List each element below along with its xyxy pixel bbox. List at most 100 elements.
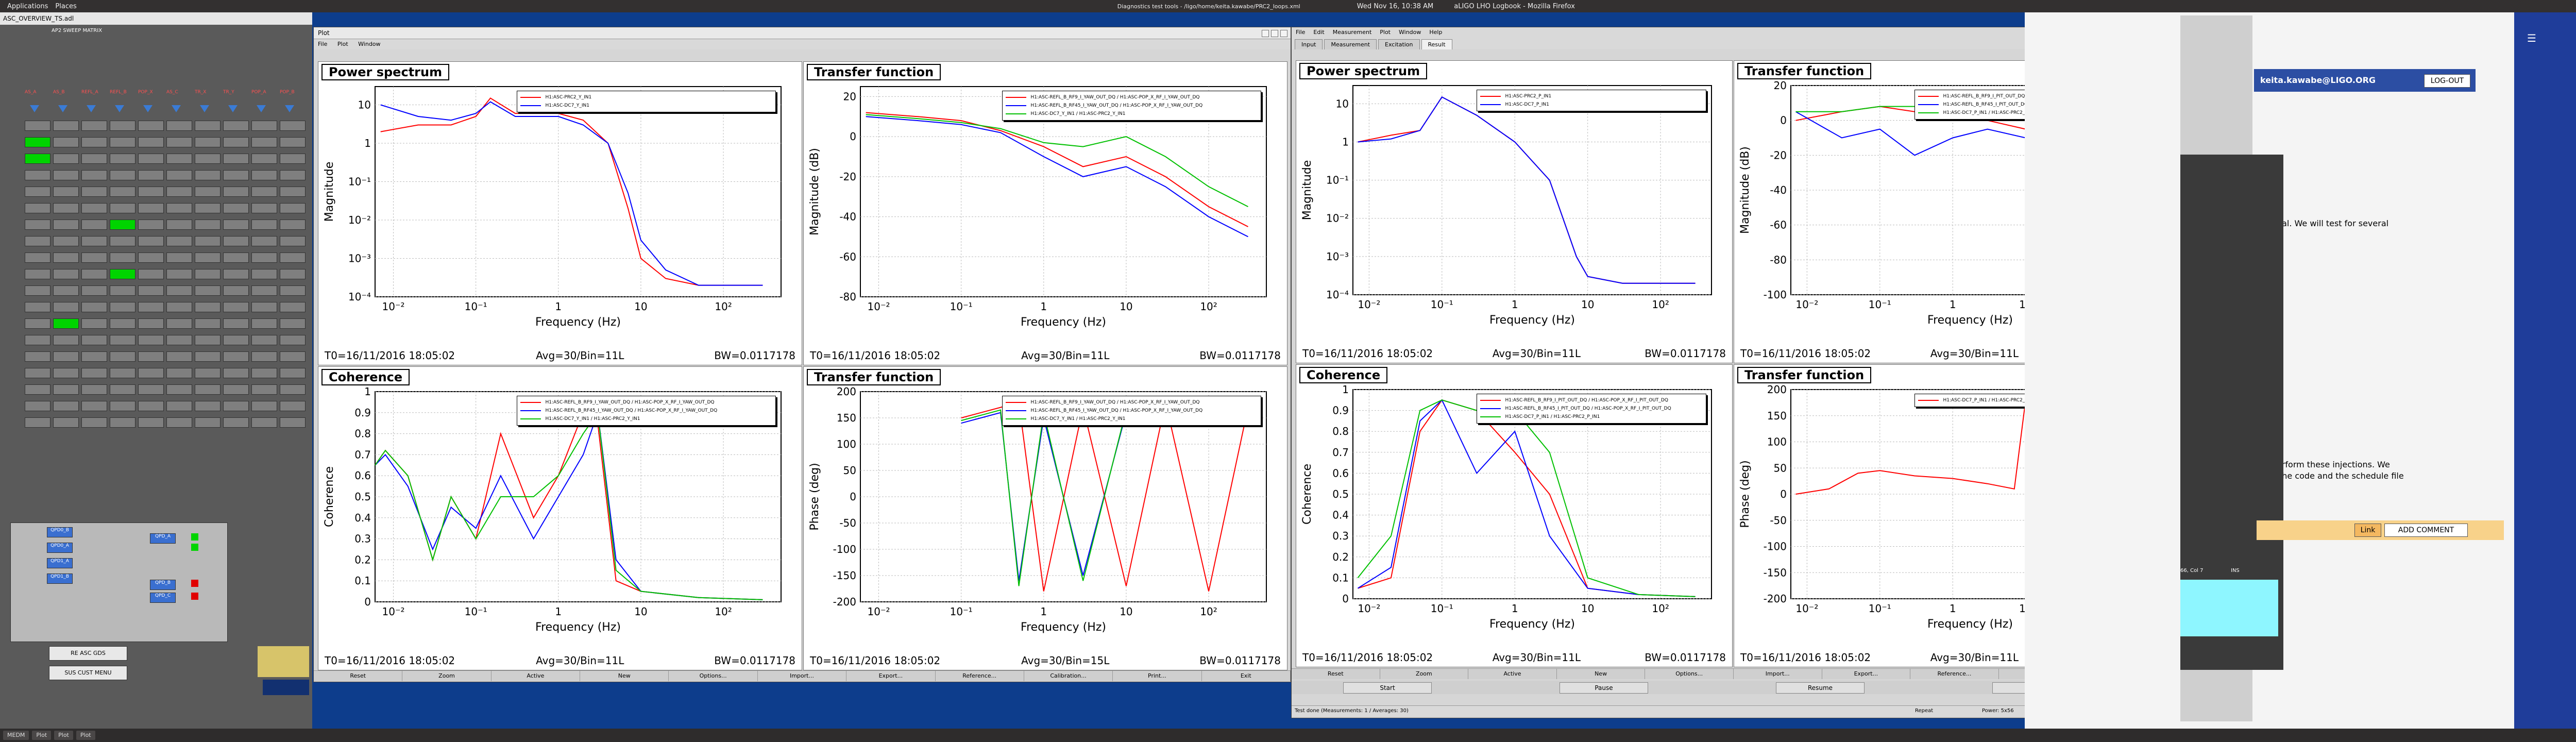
matrix-cell[interactable] [223,203,249,213]
dtt1-button-import[interactable]: Import... [758,671,847,681]
matrix-cell[interactable] [53,269,79,279]
matrix-cell[interactable] [110,401,135,411]
tab-measurement[interactable]: Measurement [1324,39,1377,49]
matrix-cell[interactable] [138,417,164,428]
matrix-cell[interactable] [25,417,50,428]
matrix-cell[interactable] [251,203,277,213]
matrix-cell[interactable] [110,417,135,428]
matrix-cell[interactable] [280,335,306,345]
sus-menu-button[interactable]: SUS CUST MENU [49,666,127,680]
menu-help[interactable]: Help [1429,29,1442,36]
matrix-cell[interactable] [280,187,306,197]
matrix-cell[interactable] [280,368,306,378]
matrix-cell[interactable] [81,137,107,147]
matrix-cell[interactable] [81,236,107,246]
matrix-cell[interactable] [195,269,221,279]
matrix-cell[interactable] [251,401,277,411]
matrix-cell[interactable] [251,269,277,279]
matrix-cell[interactable] [166,384,192,395]
matrix-cell[interactable] [81,187,107,197]
dtt1-button-active[interactable]: Active [492,671,581,681]
matrix-cell[interactable] [110,318,135,329]
matrix-cell[interactable] [195,368,221,378]
menu-file[interactable]: File [318,41,327,47]
matrix-cell[interactable] [110,154,135,164]
matrix-cell[interactable] [53,368,79,378]
qpd-button-3[interactable]: QPD1_A [47,558,73,568]
matrix-cell[interactable] [166,401,192,411]
matrix-cell[interactable] [53,401,79,411]
matrix-cell[interactable] [195,318,221,329]
matrix-cell[interactable] [251,187,277,197]
matrix-cell[interactable] [138,335,164,345]
matrix-cell[interactable] [223,368,249,378]
matrix-cell[interactable] [166,318,192,329]
matrix-cell[interactable] [280,170,306,180]
matrix-cell[interactable] [280,269,306,279]
matrix-cell[interactable] [53,121,79,131]
matrix-cell[interactable] [223,351,249,362]
matrix-cell[interactable] [110,220,135,230]
matrix-cell[interactable] [138,318,164,329]
matrix-cell[interactable] [138,137,164,147]
matrix-cell[interactable] [25,137,50,147]
matrix-cell[interactable] [138,269,164,279]
matrix-cell[interactable] [280,302,306,312]
matrix-cell[interactable] [25,187,50,197]
qpd-button-4[interactable]: QPD1_B [47,574,73,584]
dtt1-button-print[interactable]: Print... [1113,671,1202,681]
matrix-cell[interactable] [138,285,164,296]
matrix-cell[interactable] [195,236,221,246]
matrix-cell[interactable] [223,285,249,296]
menu-file[interactable]: File [1296,29,1305,36]
matrix-cell[interactable] [81,302,107,312]
taskbar-item[interactable]: Plot [32,731,52,740]
matrix-cell[interactable] [25,154,50,164]
dtt1-button-exit[interactable]: Exit [1202,671,1291,681]
matrix-cell[interactable] [81,252,107,263]
matrix-cell[interactable] [138,384,164,395]
taskbar-item[interactable]: Plot [76,731,95,740]
matrix-cell[interactable] [195,384,221,395]
matrix-cell[interactable] [81,417,107,428]
matrix-cell[interactable] [223,187,249,197]
matrix-cell[interactable] [195,220,221,230]
matrix-cell[interactable] [81,285,107,296]
qpd-button-6[interactable]: QPD_B [150,580,176,590]
matrix-cell[interactable] [53,302,79,312]
matrix-cell[interactable] [280,318,306,329]
matrix-cell[interactable] [25,351,50,362]
matrix-cell[interactable] [251,236,277,246]
plot-panel[interactable]: 10⁻² 10⁻¹ 1 10 10² 0 0.1 0.2 0.3 0.4 0.5 0.6 0.7 0.8 0… [1296,364,1733,667]
matrix-cell[interactable] [251,368,277,378]
matrix-cell[interactable] [81,401,107,411]
matrix-cell[interactable] [195,121,221,131]
matrix-cell[interactable] [81,368,107,378]
matrix-cell[interactable] [195,401,221,411]
dtt2-button-import[interactable]: Import... [1734,669,1822,679]
minimize-icon[interactable] [1262,30,1269,37]
dtt1-button-export[interactable]: Export... [846,671,936,681]
matrix-cell[interactable] [166,252,192,263]
matrix-cell[interactable] [195,252,221,263]
matrix-cell[interactable] [251,137,277,147]
dtt2-button-reference[interactable]: Reference... [1910,669,1999,679]
dtt1-button-zoom[interactable]: Zoom [402,671,492,681]
matrix-cell[interactable] [110,203,135,213]
menu-measurement[interactable]: Measurement [1333,29,1372,36]
tab-result[interactable]: Result [1421,39,1452,49]
matrix-cell[interactable] [223,401,249,411]
matrix-cell[interactable] [166,236,192,246]
qpd-button-1[interactable]: QPD0_B [47,527,73,537]
matrix-cell[interactable] [195,335,221,345]
matrix-cell[interactable] [25,220,50,230]
matrix-cell[interactable] [251,220,277,230]
tab-input[interactable]: Input [1295,39,1323,49]
clock[interactable]: Wed Nov 16, 10:38 AM [1357,3,1434,10]
matrix-cell[interactable] [166,137,192,147]
matrix-cell[interactable] [166,351,192,362]
matrix-cell[interactable] [280,252,306,263]
matrix-cell[interactable] [195,351,221,362]
matrix-cell[interactable] [138,252,164,263]
matrix-cell[interactable] [223,121,249,131]
